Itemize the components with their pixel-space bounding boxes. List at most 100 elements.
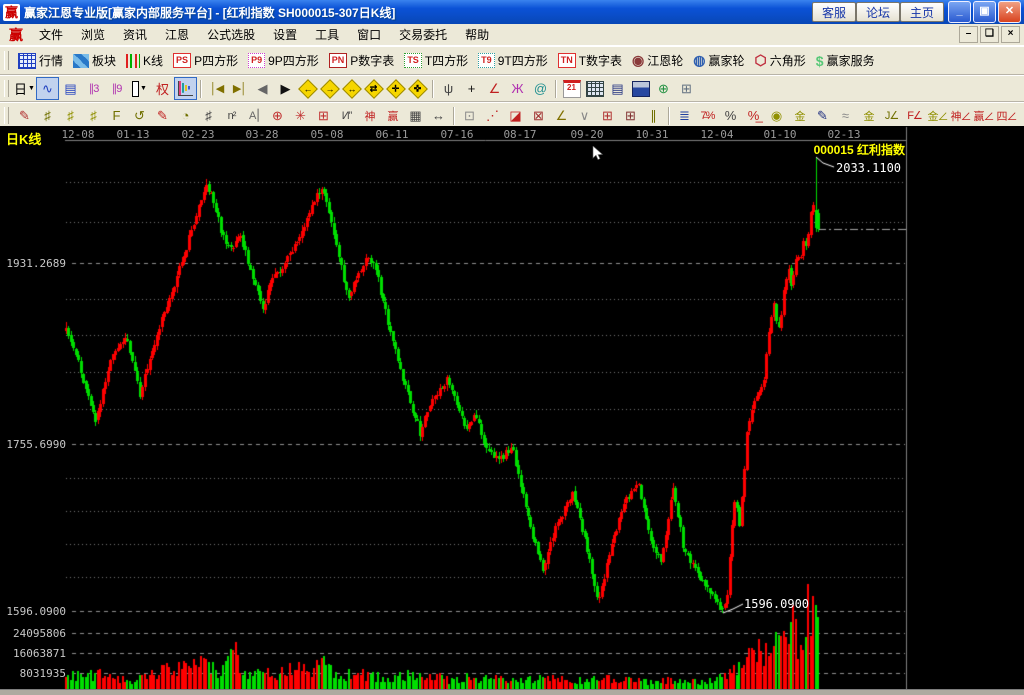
nine-p-square-button[interactable]: P99P四方形 (243, 50, 324, 71)
calculator-button[interactable] (583, 77, 606, 100)
sectors-button[interactable]: 板块 (68, 50, 121, 71)
volume-profile-button[interactable] (174, 77, 197, 100)
net-station-button[interactable]: ⊕ (652, 77, 675, 100)
box-select-tool[interactable]: ⊡ (458, 104, 481, 127)
red-brush-tool[interactable]: ✎ (151, 104, 174, 127)
close-button[interactable]: ✕ (998, 1, 1021, 23)
width-arrows-tool[interactable]: ↔ (427, 104, 450, 127)
expand-all-diamond[interactable]: ✛ (386, 79, 406, 99)
menu-settings[interactable]: 设置 (264, 24, 306, 45)
p-square-button[interactable]: PSP四方形 (168, 50, 243, 71)
hand-tool-button[interactable]: ψ (437, 77, 460, 100)
expand-h-diamond[interactable]: ↔ (342, 79, 362, 99)
shen-tool[interactable]: 神 (358, 104, 381, 127)
web-grid-tool[interactable]: ⊞ (312, 104, 335, 127)
page-right-button[interactable]: ▶ (274, 77, 297, 100)
grid-table-tool[interactable]: ▦ (404, 104, 427, 127)
shift-right-diamond[interactable]: → (320, 79, 340, 99)
menu-gann[interactable]: 江恩 (156, 24, 198, 45)
star-web-tool[interactable]: ✳ (289, 104, 312, 127)
restore-button[interactable]: ▣ (973, 1, 996, 23)
winner-service-button[interactable]: $赢家服务 (811, 50, 880, 71)
gold-comb-tool-1[interactable]: ♯ (59, 104, 82, 127)
homepage-button[interactable]: 主页 (900, 2, 944, 22)
quotes-button[interactable]: 行情 (13, 50, 68, 71)
goto-first-button[interactable]: │◀ (205, 77, 228, 100)
knot-tool-button[interactable]: @ (529, 77, 552, 100)
p-number-table-button[interactable]: PNP数字表 (324, 50, 400, 71)
gold-comb-tool-2[interactable]: ♯ (82, 104, 105, 127)
calendar-button[interactable]: 21 (560, 77, 583, 100)
nine-t-square-button[interactable]: T99T四方形 (473, 50, 553, 71)
v-wave-tool[interactable]: ∨ (573, 104, 596, 127)
cycle-3-button[interactable]: ∥3 (82, 77, 105, 100)
menu-window[interactable]: 窗口 (348, 24, 390, 45)
menu-browse[interactable]: 浏览 (72, 24, 114, 45)
kline-button[interactable]: K线 (121, 50, 168, 71)
remote-pc-button[interactable]: ⊞ (675, 77, 698, 100)
compress-h-diamond[interactable]: ⇄ (364, 79, 384, 99)
gold-angle-tool[interactable]: 金∠ (926, 104, 949, 127)
four-angle-tool[interactable]: 四∠ (995, 104, 1018, 127)
shen-angle-tool[interactable]: 神∠ (949, 104, 972, 127)
price-scale-tool[interactable]: ≣ (673, 104, 696, 127)
mdi-restore-button[interactable]: ❑ (980, 26, 999, 43)
f-angle-tool[interactable]: F∠ (903, 104, 926, 127)
cycle-9-button[interactable]: ∥9 (105, 77, 128, 100)
minimize-button[interactable]: _ (948, 1, 971, 23)
t-number-table-button[interactable]: TNT数字表 (553, 50, 627, 71)
percent-lines-tool[interactable]: %̲ (742, 104, 765, 127)
toolbar-grip[interactable] (4, 51, 9, 70)
comb-tool[interactable]: ♯ (197, 104, 220, 127)
t-square-button[interactable]: TST四方形 (399, 50, 473, 71)
j-angle-tool[interactable]: J∠ (880, 104, 903, 127)
candle-style-dropdown[interactable]: ▼ (128, 77, 151, 100)
red-grid-tool-1[interactable]: ⊞ (596, 104, 619, 127)
hexagon-button[interactable]: ⬡六角形 (750, 50, 811, 71)
save-button[interactable] (629, 77, 652, 100)
gold-char-tool[interactable]: 金 (857, 104, 880, 127)
paint-knife-tool[interactable]: ✎ (13, 104, 36, 127)
mdi-close-button[interactable]: × (1001, 26, 1020, 43)
notes-button[interactable]: ▤ (606, 77, 629, 100)
gold-circle-tool[interactable]: ◉ (765, 104, 788, 127)
brush-pen-tool[interactable]: ✎ (811, 104, 834, 127)
percent-tool[interactable]: % (719, 104, 742, 127)
angle-measure-button[interactable]: ∠ (483, 77, 506, 100)
percent-strike-tool[interactable]: 7̶% (696, 104, 719, 127)
gann-flower-button[interactable]: Ж (506, 77, 529, 100)
angle-fan-tool[interactable]: ∠ (550, 104, 573, 127)
goto-last-button[interactable]: ▶│ (228, 77, 251, 100)
period-day-dropdown[interactable]: 日▼ (13, 77, 36, 100)
mirror-a-tool[interactable]: A⎮ (243, 104, 266, 127)
circle-cross-tool[interactable]: ⊕ (266, 104, 289, 127)
restore-layout-button[interactable]: 权 (151, 77, 174, 100)
fan-rays-tool[interactable]: ⋰ (481, 104, 504, 127)
customer-service-button[interactable]: 客服 (812, 2, 856, 22)
gann-wheel-button[interactable]: ◉江恩轮 (627, 50, 688, 71)
menu-tools[interactable]: 工具 (306, 24, 348, 45)
menu-help[interactable]: 帮助 (456, 24, 498, 45)
crosshair-button[interactable]: + (460, 77, 483, 100)
page-left-button[interactable]: ◀ (251, 77, 274, 100)
toolbar-grip[interactable] (4, 80, 9, 98)
kline-canvas[interactable] (0, 126, 1024, 695)
k-marks-tool[interactable]: И” (335, 104, 358, 127)
wave-overlay-tool[interactable]: ≈ (834, 104, 857, 127)
winner-wheel-button[interactable]: ◍赢家轮 (688, 50, 749, 71)
time-circle-tool[interactable]: ◔ (174, 104, 197, 127)
forum-button[interactable]: 论坛 (856, 2, 900, 22)
compress-all-diamond[interactable]: ✜ (408, 79, 428, 99)
toolbar-grip[interactable] (4, 107, 9, 125)
win-angle-tool[interactable]: 赢∠ (972, 104, 995, 127)
price-comb-tool[interactable]: ♯ (36, 104, 59, 127)
parallel-lines-tool[interactable]: ∥ (642, 104, 665, 127)
gold-lines-tool[interactable]: 金 (788, 104, 811, 127)
mdi-minimize-button[interactable]: – (959, 26, 978, 43)
info-panel-button[interactable]: ▤ (59, 77, 82, 100)
menu-formula-stock-pick[interactable]: 公式选股 (198, 24, 264, 45)
menu-news[interactable]: 资讯 (114, 24, 156, 45)
n-squared-tool[interactable]: n² (220, 104, 243, 127)
red-grid-tool-2[interactable]: ⊞ (619, 104, 642, 127)
shaded-box-tool[interactable]: ◪ (504, 104, 527, 127)
